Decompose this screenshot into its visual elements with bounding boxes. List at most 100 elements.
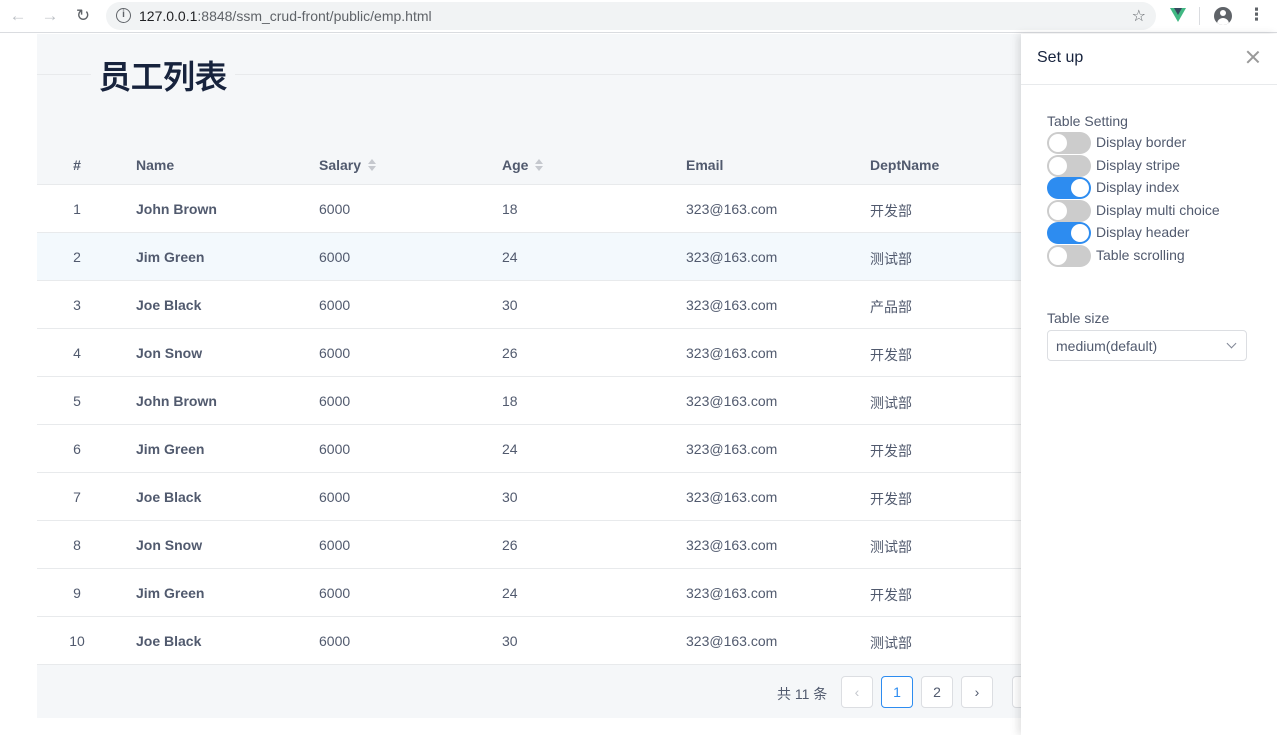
row-age: 18 xyxy=(502,393,518,409)
row-email: 323@163.com xyxy=(686,489,778,505)
switch-row: Display header xyxy=(1047,222,1267,244)
url-text[interactable]: 127.0.0.1:8848/ssm_crud-front/public/emp… xyxy=(139,8,432,24)
table-size-label: Table size xyxy=(1047,310,1110,326)
row-salary: 6000 xyxy=(319,393,351,409)
row-dept: 测试部 xyxy=(870,635,912,651)
row-salary: 6000 xyxy=(319,297,351,313)
drawer-title: Set up xyxy=(1037,49,1084,66)
back-icon[interactable]: ← xyxy=(6,5,30,27)
row-age: 30 xyxy=(502,297,518,313)
row-dept: 开发部 xyxy=(870,443,912,459)
page-title: 员工列表 xyxy=(91,52,236,98)
address-bar[interactable]: i 127.0.0.1:8848/ssm_crud-front/public/e… xyxy=(106,2,1156,30)
bookmark-star-icon[interactable]: ☆ xyxy=(1132,6,1146,26)
row-age: 24 xyxy=(502,585,518,601)
row-email: 323@163.com xyxy=(686,201,778,217)
row-salary: 6000 xyxy=(319,489,351,505)
table-size-select[interactable]: medium(default) xyxy=(1047,330,1247,361)
column-header-dept: DeptName xyxy=(870,157,940,173)
row-age: 24 xyxy=(502,441,518,457)
browser-toolbar: ← → ↻ i 127.0.0.1:8848/ssm_crud-front/pu… xyxy=(0,0,1277,33)
row-age: 30 xyxy=(502,633,518,649)
row-age: 26 xyxy=(502,537,518,553)
sort-icon[interactable] xyxy=(534,159,544,171)
toggle-switch[interactable] xyxy=(1047,244,1091,267)
info-icon[interactable]: i xyxy=(116,8,131,23)
row-email: 323@163.com xyxy=(686,297,778,313)
row-index: 1 xyxy=(73,201,81,217)
column-header-age[interactable]: Age xyxy=(502,157,544,173)
row-email: 323@163.com xyxy=(686,393,778,409)
toggle-switch[interactable] xyxy=(1047,154,1091,177)
url-path: :8848/ssm_crud-front/public/emp.html xyxy=(197,8,432,24)
switch-row: Display stripe xyxy=(1047,154,1267,177)
page-button-2[interactable]: 2 xyxy=(921,676,953,708)
browser-menu-icon[interactable]: ⋮ xyxy=(1248,5,1265,25)
column-header-salary[interactable]: Salary xyxy=(319,157,377,173)
switch-label: Display header xyxy=(1096,224,1190,240)
next-page-button[interactable]: › xyxy=(961,676,993,708)
pagination-total: 共 11 条 xyxy=(777,686,828,702)
column-header-age-label: Age xyxy=(502,157,529,173)
page-button-1[interactable]: 1 xyxy=(881,676,913,708)
row-email: 323@163.com xyxy=(686,441,778,457)
row-dept: 开发部 xyxy=(870,491,912,507)
toggle-switch[interactable] xyxy=(1047,132,1091,154)
row-email: 323@163.com xyxy=(686,345,778,361)
column-header-index: # xyxy=(73,157,81,173)
switch-label: Display border xyxy=(1096,134,1187,150)
row-name: Jim Green xyxy=(136,585,205,601)
column-header-email: Email xyxy=(686,157,724,173)
switch-label: Table scrolling xyxy=(1096,246,1185,263)
row-dept: 开发部 xyxy=(870,587,912,603)
switch-row: Display border xyxy=(1047,132,1267,154)
row-salary: 6000 xyxy=(319,537,351,553)
toggle-switch[interactable] xyxy=(1047,177,1091,199)
table-setting-label: Table Setting xyxy=(1047,113,1128,129)
row-index: 2 xyxy=(73,249,81,265)
toggle-switch[interactable] xyxy=(1047,199,1091,222)
row-dept: 产品部 xyxy=(870,299,912,315)
row-name: Jim Green xyxy=(136,441,205,457)
prev-page-button[interactable]: ‹ xyxy=(841,676,873,708)
sort-icon[interactable] xyxy=(367,159,377,171)
column-header-name: Name xyxy=(136,157,175,173)
row-index: 6 xyxy=(73,441,81,457)
switch-label: Display index xyxy=(1096,179,1180,195)
row-age: 30 xyxy=(502,489,518,505)
row-name: Jon Snow xyxy=(136,537,203,553)
vue-devtools-icon[interactable] xyxy=(1170,8,1186,22)
row-name: Joe Black xyxy=(136,633,202,649)
row-name: Jon Snow xyxy=(136,345,203,361)
row-name: Joe Black xyxy=(136,489,202,505)
switch-label: Display stripe xyxy=(1096,156,1181,173)
row-dept: 测试部 xyxy=(870,395,912,411)
row-email: 323@163.com xyxy=(686,585,778,601)
row-index: 5 xyxy=(73,393,81,409)
row-index: 4 xyxy=(73,345,81,361)
row-dept: 开发部 xyxy=(870,347,912,363)
switch-label: Display multi choice xyxy=(1096,201,1220,218)
row-salary: 6000 xyxy=(319,633,351,649)
row-index: 8 xyxy=(73,537,81,553)
row-dept: 开发部 xyxy=(870,203,912,219)
close-icon[interactable] xyxy=(1245,49,1261,65)
row-name: John Brown xyxy=(136,393,217,409)
forward-icon[interactable]: → xyxy=(38,5,62,27)
reload-icon[interactable]: ↻ xyxy=(71,5,95,27)
row-dept: 测试部 xyxy=(870,251,912,267)
toggle-switch[interactable] xyxy=(1047,222,1091,244)
row-age: 18 xyxy=(502,201,518,217)
switch-row: Table scrolling xyxy=(1047,244,1267,267)
drawer-header: Set up xyxy=(1021,34,1277,85)
row-email: 323@163.com xyxy=(686,633,778,649)
toolbar-divider xyxy=(1199,7,1200,25)
settings-drawer: Set up Table Setting Display border Displ… xyxy=(1021,34,1277,735)
row-salary: 6000 xyxy=(319,201,351,217)
row-salary: 6000 xyxy=(319,249,351,265)
row-salary: 6000 xyxy=(319,441,351,457)
column-header-salary-label: Salary xyxy=(319,157,362,173)
row-index: 9 xyxy=(73,585,81,601)
switch-row: Display index xyxy=(1047,177,1267,199)
profile-icon[interactable] xyxy=(1214,7,1232,25)
